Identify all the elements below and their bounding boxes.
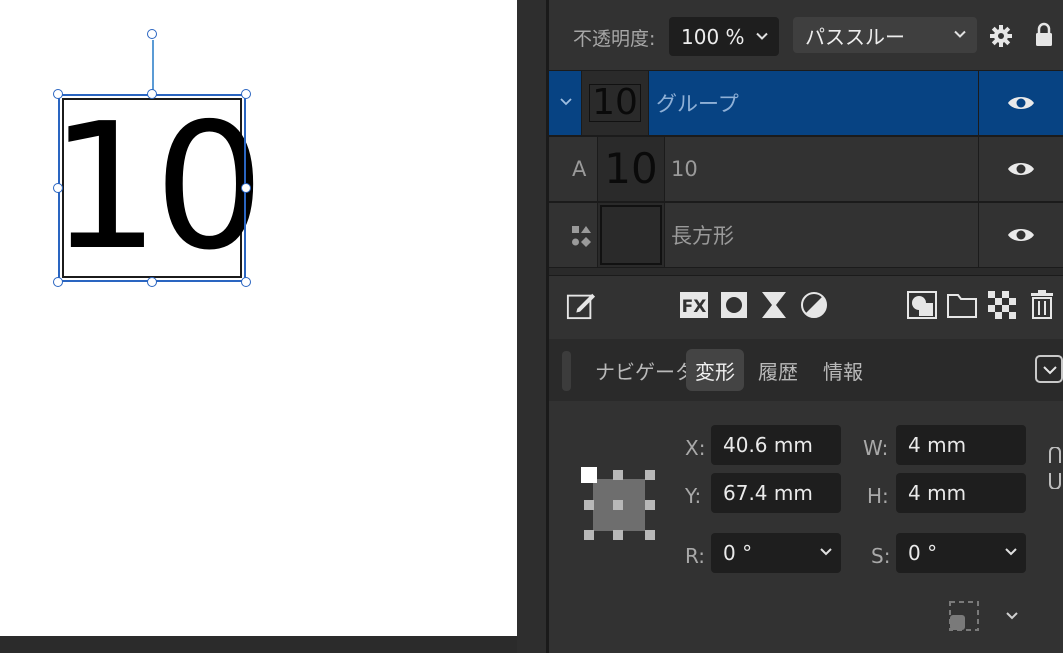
visibility-toggle[interactable] (978, 71, 1063, 135)
layer-options-bar: 不透明度: 100 % パススルー (549, 0, 1063, 70)
eye-icon (1008, 97, 1034, 109)
transform-panel: X: 40.6 mm Y: 67.4 mm W: 4 mm H: 4 mm R:… (549, 401, 1063, 653)
chevron-down-icon (756, 32, 768, 40)
handle-top-right[interactable] (241, 89, 251, 99)
layer-thumbnail: 10 (597, 137, 665, 201)
opacity-label: 不透明度: (573, 28, 656, 50)
layer-name: 10 (671, 157, 698, 181)
trash-icon[interactable] (1027, 290, 1057, 320)
y-label: Y: (685, 484, 702, 508)
height-field[interactable]: 4 mm (896, 473, 1026, 513)
opacity-dropdown[interactable]: 100 % (669, 17, 779, 56)
layers-list: 10 グループ A 10 10 長方形 (549, 70, 1063, 275)
width-field[interactable]: 4 mm (896, 425, 1026, 465)
tab-transform[interactable]: 変形 (686, 349, 744, 391)
tab-navigator[interactable]: ナビゲータ (595, 349, 695, 391)
layer-thumbnail (597, 203, 665, 267)
x-label: X: (685, 436, 706, 460)
link-icon[interactable] (1048, 447, 1063, 489)
blend-mode-dropdown[interactable]: パススルー (793, 17, 977, 53)
layer-thumbnail: 10 (581, 71, 649, 135)
shapes-icon (572, 226, 591, 247)
gear-icon[interactable] (989, 24, 1013, 48)
handle-top-center[interactable] (147, 89, 157, 99)
canvas-gutter (517, 0, 548, 653)
folder-icon[interactable] (947, 290, 977, 320)
layer-name: 長方形 (671, 224, 734, 248)
shear-field[interactable]: 0 ° (896, 533, 1026, 573)
visibility-toggle[interactable] (978, 203, 1063, 267)
edit-icon[interactable] (566, 290, 596, 320)
handle-bottom-left[interactable] (53, 277, 63, 287)
handle-top-left[interactable] (53, 89, 63, 99)
opacity-value: 100 % (681, 24, 745, 49)
layer-row-rectangle[interactable]: 長方形 (549, 202, 1063, 268)
eye-icon (1008, 163, 1034, 175)
h-label: H: (867, 484, 889, 508)
chevron-down-icon[interactable] (559, 97, 573, 107)
chevron-down-icon[interactable] (1004, 547, 1018, 557)
contrast-icon[interactable] (799, 290, 829, 320)
adjustment-icon[interactable] (759, 290, 789, 320)
x-field[interactable]: 40.6 mm (711, 425, 841, 465)
fx-icon[interactable]: FX (679, 290, 709, 320)
blend-mode-value: パススルー (805, 24, 905, 49)
clip-icon[interactable] (907, 290, 937, 320)
layer-row-group[interactable]: 10 グループ (549, 70, 1063, 136)
canvas-scroll-region (0, 636, 548, 653)
tab-info[interactable]: 情報 (823, 349, 863, 391)
w-label: W: (863, 436, 889, 460)
layer-row-text[interactable]: A 10 10 (549, 136, 1063, 202)
layer-name: グループ (656, 92, 739, 116)
r-label: R: (685, 544, 706, 568)
selection-bounding-box[interactable] (58, 94, 246, 282)
visibility-toggle[interactable] (978, 137, 1063, 201)
layers-toolbar: FX (549, 275, 1063, 338)
handle-middle-left[interactable] (53, 183, 63, 193)
anchor-point-selector[interactable] (581, 467, 657, 543)
svg-text:FX: FX (682, 297, 707, 317)
rotation-field[interactable]: 0 ° (711, 533, 841, 573)
tab-history[interactable]: 履歴 (758, 349, 798, 391)
anchor-selected (581, 467, 597, 483)
right-panel: 不透明度: 100 % パススルー 10 グループ A 10 10 長方形 FX… (549, 0, 1063, 653)
lock-icon[interactable] (1035, 22, 1053, 48)
mask-icon[interactable] (719, 290, 749, 320)
s-label: S: (871, 544, 891, 568)
checkerboard-icon[interactable] (987, 290, 1017, 320)
text-layer-type-icon: A (572, 157, 587, 181)
eye-icon (1008, 229, 1034, 241)
chevron-down-icon[interactable] (1005, 611, 1019, 621)
transform-origin-icon[interactable] (948, 600, 980, 632)
panel-grip[interactable] (562, 351, 571, 391)
studio-tabs: ナビゲータ 変形 履歴 情報 (549, 339, 1063, 401)
chevron-down-icon[interactable] (819, 547, 833, 557)
panel-menu-button[interactable] (1035, 355, 1063, 383)
handle-bottom-center[interactable] (147, 277, 157, 287)
chevron-down-icon (954, 30, 966, 38)
handle-middle-right[interactable] (241, 183, 251, 193)
chevron-down-icon (1043, 366, 1057, 375)
rotation-handle[interactable] (147, 29, 157, 39)
y-field[interactable]: 67.4 mm (711, 473, 841, 513)
handle-bottom-right[interactable] (241, 277, 251, 287)
